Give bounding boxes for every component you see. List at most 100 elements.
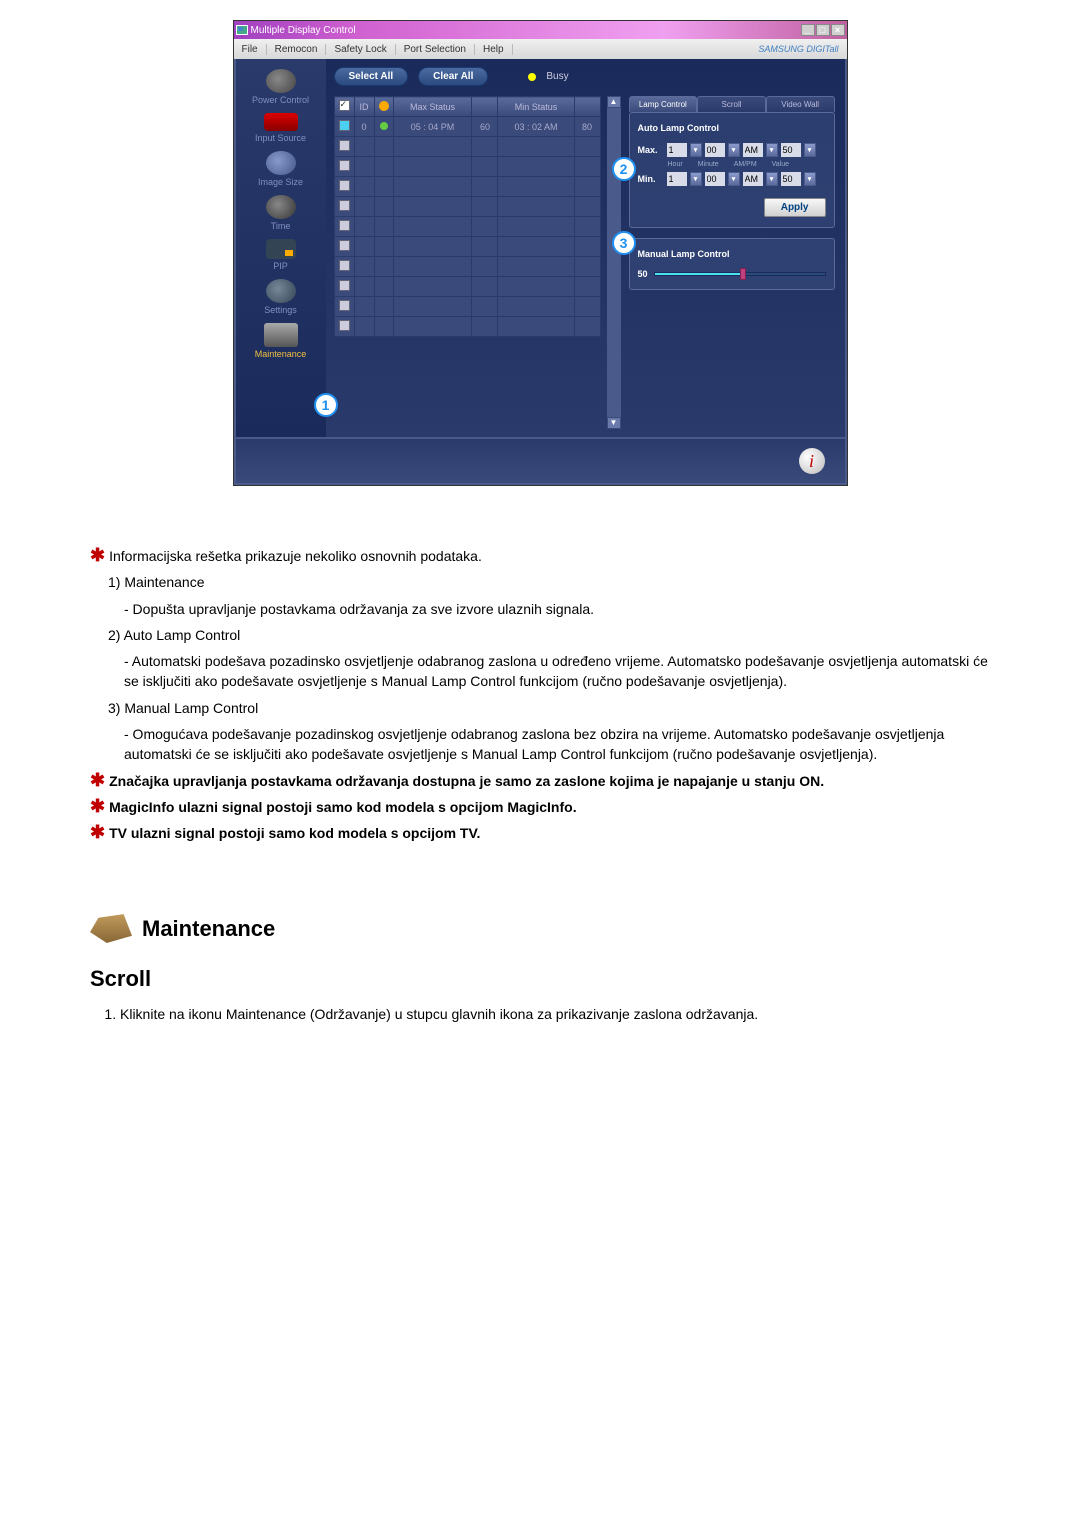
tab-scroll[interactable]: Scroll [697, 96, 766, 112]
row-checkbox[interactable] [339, 260, 350, 271]
table-row[interactable] [334, 297, 600, 317]
sidebar-item-maintenance[interactable]: Maintenance [238, 323, 324, 359]
row-checkbox[interactable] [339, 280, 350, 291]
min-ampm-field[interactable] [743, 172, 763, 186]
auto-lamp-legend: Auto Lamp Control [638, 123, 720, 133]
row-checkbox[interactable] [339, 320, 350, 331]
min-hour-field[interactable] [667, 172, 687, 186]
tab-lamp-control[interactable]: Lamp Control [629, 96, 698, 112]
item1-title: 1) Maintenance [108, 572, 990, 592]
menu-file[interactable]: File [234, 44, 267, 55]
star-icon: ✱ [90, 545, 105, 565]
slider-thumb[interactable] [740, 268, 746, 280]
brightness-slider[interactable] [654, 272, 826, 276]
item3-desc: - Omogućava podešavanje pozadinskog osvj… [124, 724, 990, 765]
row-checkbox[interactable] [339, 180, 350, 191]
select-all-button[interactable]: Select All [334, 67, 409, 86]
row-checkbox[interactable] [339, 160, 350, 171]
select-all-checkbox[interactable] [339, 100, 350, 111]
row-checkbox[interactable] [339, 300, 350, 311]
input-source-icon [264, 113, 298, 131]
grid-header-row: ID Max Status Min Status [334, 97, 600, 117]
status-col-icon [379, 101, 389, 111]
scroll-up-arrow[interactable]: ▲ [607, 96, 621, 108]
brand-label: SAMSUNG DIGITall [750, 44, 846, 54]
table-row[interactable] [334, 237, 600, 257]
max-value-field[interactable] [781, 143, 801, 157]
manual-lamp-legend: Manual Lamp Control [638, 249, 730, 259]
apply-button[interactable]: Apply [764, 198, 826, 217]
menu-remocon[interactable]: Remocon [267, 44, 327, 55]
maintenance-section-icon [90, 911, 132, 947]
max-minute-field[interactable] [705, 143, 725, 157]
callout-3: 3 [612, 231, 636, 255]
table-row[interactable] [334, 177, 600, 197]
sidebar-item-input-source[interactable]: Input Source [238, 113, 324, 143]
lbl-minute: Minute [698, 161, 719, 168]
sidebar-item-pip[interactable]: PIP [238, 239, 324, 271]
dropdown-icon[interactable]: ▾ [766, 143, 778, 157]
lbl-ampm: AM/PM [734, 161, 757, 168]
table-row[interactable]: 0 05 : 04 PM 60 03 : 02 AM 80 [334, 117, 600, 137]
dropdown-icon[interactable]: ▾ [690, 143, 702, 157]
item1-desc: - Dopušta upravljanje postavkama održava… [124, 599, 990, 619]
tab-video-wall[interactable]: Video Wall [766, 96, 835, 112]
menu-safety-lock[interactable]: Safety Lock [326, 44, 395, 55]
table-row[interactable] [334, 277, 600, 297]
dropdown-icon[interactable]: ▾ [766, 172, 778, 186]
note1: ✱Značajka upravljanja postavkama održava… [90, 771, 990, 791]
table-row[interactable] [334, 217, 600, 237]
table-row[interactable] [334, 197, 600, 217]
max-hour-field[interactable] [667, 143, 687, 157]
sidebar-item-settings[interactable]: Settings [238, 279, 324, 315]
cell-min-val: 80 [574, 117, 600, 137]
scroll-step-1: Kliknite na ikonu Maintenance (Održavanj… [120, 1004, 990, 1024]
status-dot-icon [380, 122, 388, 130]
row-checkbox[interactable] [339, 120, 350, 131]
col-id: ID [354, 97, 374, 117]
col-max-status: Max Status [393, 97, 472, 117]
sidebar-item-image-size[interactable]: Image Size [238, 151, 324, 187]
row-checkbox[interactable] [339, 140, 350, 151]
scroll-steps: Kliknite na ikonu Maintenance (Održavanj… [120, 1004, 990, 1024]
star-icon: ✱ [90, 770, 105, 790]
cell-max-val: 60 [472, 117, 498, 137]
menu-port-selection[interactable]: Port Selection [396, 44, 475, 55]
table-row[interactable] [334, 257, 600, 277]
dropdown-icon[interactable]: ▾ [804, 143, 816, 157]
clear-all-button[interactable]: Clear All [418, 67, 488, 86]
app-icon [236, 25, 248, 35]
max-ampm-field[interactable] [743, 143, 763, 157]
row-checkbox[interactable] [339, 200, 350, 211]
item3-title: 3) Manual Lamp Control [108, 698, 990, 718]
table-row[interactable] [334, 137, 600, 157]
lbl-hour: Hour [668, 161, 683, 168]
pip-icon [266, 239, 296, 259]
maximize-button[interactable]: □ [816, 24, 830, 36]
min-minute-field[interactable] [705, 172, 725, 186]
right-panel: Lamp Control Scroll Video Wall Auto Lamp… [627, 96, 837, 429]
dropdown-icon[interactable]: ▾ [804, 172, 816, 186]
display-grid: ID Max Status Min Status 0 05 : 04 PM [334, 96, 601, 337]
table-row[interactable] [334, 317, 600, 337]
row-checkbox[interactable] [339, 240, 350, 251]
scroll-down-arrow[interactable]: ▼ [607, 417, 621, 429]
dropdown-icon[interactable]: ▾ [728, 143, 740, 157]
sidebar-item-power-control[interactable]: Power Control [238, 69, 324, 105]
minimize-button[interactable]: _ [801, 24, 815, 36]
dropdown-icon[interactable]: ▾ [690, 172, 702, 186]
vertical-scrollbar[interactable]: ▲ ▼ [607, 96, 621, 429]
settings-icon [266, 279, 296, 303]
star-icon: ✱ [90, 822, 105, 842]
power-icon [266, 69, 296, 93]
busy-indicator-icon [528, 73, 536, 81]
row-checkbox[interactable] [339, 220, 350, 231]
image-size-icon [266, 151, 296, 175]
time-icon [266, 195, 296, 219]
menu-help[interactable]: Help [475, 44, 513, 55]
dropdown-icon[interactable]: ▾ [728, 172, 740, 186]
table-row[interactable] [334, 157, 600, 177]
sidebar-item-time[interactable]: Time [238, 195, 324, 231]
min-value-field[interactable] [781, 172, 801, 186]
close-button[interactable]: × [831, 24, 845, 36]
